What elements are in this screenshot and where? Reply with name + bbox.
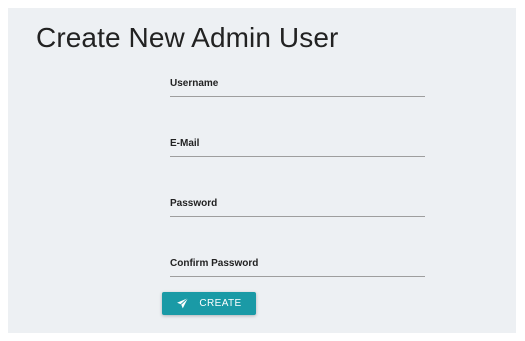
create-button-label: CREATE — [199, 297, 242, 309]
username-field-group: Username — [170, 68, 425, 128]
create-button[interactable]: CREATE — [162, 292, 256, 315]
confirm-password-input[interactable] — [170, 262, 425, 277]
email-input[interactable] — [170, 142, 425, 157]
email-field-group: E-Mail — [170, 128, 425, 188]
create-admin-form: Username E-Mail Password Confirm Passwor… — [170, 68, 425, 308]
form-panel: Create New Admin User Username E-Mail Pa… — [8, 8, 516, 333]
send-icon — [176, 297, 189, 310]
password-input[interactable] — [170, 202, 425, 217]
username-input[interactable] — [170, 82, 425, 97]
password-field-group: Password — [170, 188, 425, 248]
page-title: Create New Admin User — [36, 22, 339, 53]
